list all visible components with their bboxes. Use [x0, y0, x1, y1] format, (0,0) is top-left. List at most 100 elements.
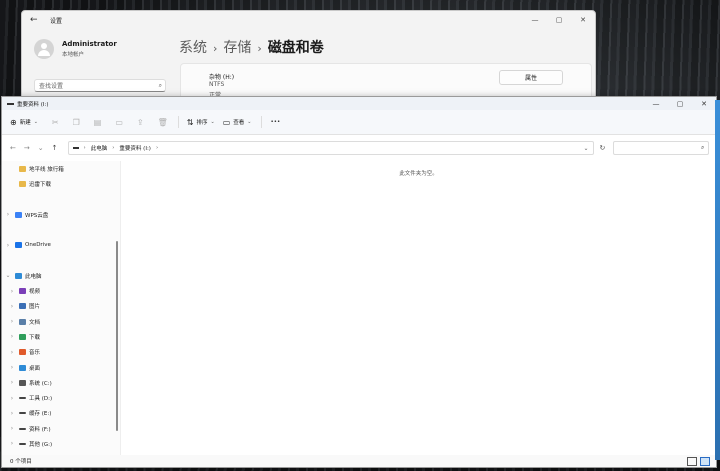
- sidebar-item-label: 音乐: [29, 350, 41, 357]
- chevron-right-icon[interactable]: ›: [8, 333, 16, 340]
- back-icon[interactable]: ←: [10, 144, 16, 152]
- new-button[interactable]: ⊕ 新建 ⌄: [10, 118, 38, 127]
- chevron-right-icon[interactable]: ›: [8, 410, 16, 417]
- minimize-icon[interactable]: —: [523, 16, 547, 24]
- breadcrumb: 系统 › 存储 › 磁盘和卷: [179, 37, 324, 57]
- properties-button[interactable]: 属性: [499, 70, 563, 85]
- navigation-pane[interactable]: 地平线 旅行箱 迅雷下载 › WPS云盘 › OneDrive ⌄ 此电脑 › 视频 › 图片 › 文档 ›…: [2, 161, 121, 455]
- chevron-right-icon[interactable]: ›: [8, 379, 16, 386]
- tiles-view-icon[interactable]: [700, 456, 710, 466]
- sidebar-item-label: 图片: [29, 304, 41, 311]
- search-icon: ⌕: [701, 144, 705, 151]
- copy-icon[interactable]: ❐: [73, 118, 80, 127]
- breadcrumb-storage[interactable]: 存储: [223, 40, 251, 56]
- chevron-right-icon[interactable]: ›: [8, 440, 16, 447]
- sidebar-item: [2, 222, 120, 237]
- details-view-icon[interactable]: [687, 456, 697, 466]
- chevron-right-icon[interactable]: ›: [8, 349, 16, 356]
- rename-icon[interactable]: ▭: [115, 118, 123, 127]
- sidebar-item-label: 缓存 (E:): [29, 411, 52, 418]
- avatar: [34, 39, 54, 59]
- cut-icon[interactable]: ✂: [52, 118, 59, 127]
- sidebar-item[interactable]: › 下载: [2, 329, 120, 344]
- sidebar-item[interactable]: › 音乐: [2, 345, 120, 360]
- chevron-down-icon: ⌄: [210, 119, 215, 125]
- minimize-icon[interactable]: —: [644, 100, 668, 108]
- view-icon: ▭: [222, 117, 231, 127]
- chevron-right-icon[interactable]: ›: [8, 288, 16, 295]
- maximize-icon[interactable]: ▢: [668, 100, 692, 108]
- cloud-icon: [15, 211, 22, 218]
- up-icon[interactable]: ↑: [52, 144, 58, 152]
- sidebar-item[interactable]: › OneDrive: [2, 237, 120, 252]
- search-input[interactable]: ⌕: [613, 141, 710, 155]
- chevron-right-icon[interactable]: ›: [4, 242, 12, 249]
- view-button[interactable]: ▭ 查看 ⌄: [223, 118, 252, 127]
- sidebar-item[interactable]: › 文档: [2, 314, 120, 329]
- chevron-right-icon[interactable]: ›: [8, 303, 16, 310]
- address-row: ← → ⌄ ↑ › 此电脑 › 重要资料 (I:) › ⌄ ↻ ⌕: [2, 135, 716, 162]
- chevron-down-icon[interactable]: ⌄: [4, 272, 12, 279]
- folder-icon: [19, 165, 26, 172]
- sidebar-item[interactable]: › 系统 (C:): [2, 375, 120, 390]
- chevron-right-icon[interactable]: ›: [8, 364, 16, 371]
- chevron-right-icon[interactable]: ›: [8, 395, 16, 402]
- back-arrow-icon[interactable]: ←: [30, 15, 44, 25]
- settings-title: 设置: [50, 17, 63, 25]
- paste-icon[interactable]: ▤: [94, 118, 102, 127]
- scrollbar[interactable]: [116, 241, 118, 431]
- view-label: 查看: [233, 120, 245, 126]
- computer-icon: [72, 147, 79, 149]
- sidebar-item-label: 桌面: [29, 365, 41, 372]
- picture-icon: [19, 303, 26, 310]
- chevron-right-icon[interactable]: ›: [8, 318, 16, 325]
- more-button[interactable]: •••: [270, 119, 280, 125]
- sidebar-item-label: 工具 (D:): [29, 396, 53, 403]
- sidebar-item[interactable]: 地平线 旅行箱: [2, 161, 120, 176]
- sidebar-item-label: 下载: [29, 334, 41, 341]
- address-segment-drive[interactable]: 重要资料 (I:): [119, 144, 151, 152]
- sidebar-item[interactable]: › 缓存 (E:): [2, 406, 120, 421]
- chevron-down-icon[interactable]: ⌄: [583, 145, 588, 152]
- desktop-icon: [19, 364, 26, 371]
- computer-icon: [15, 272, 22, 279]
- sidebar-item[interactable]: ⌄ 此电脑: [2, 268, 120, 283]
- sidebar-item[interactable]: › 桌面: [2, 360, 120, 375]
- close-icon[interactable]: ✕: [571, 16, 595, 24]
- settings-search-input[interactable]: 查找设置 ⌕: [34, 79, 166, 92]
- sidebar-item-label: 资料 (F:): [29, 426, 51, 433]
- maximize-icon[interactable]: ▢: [547, 16, 571, 24]
- chevron-right-icon[interactable]: ›: [4, 211, 12, 218]
- folder-icon: [19, 180, 26, 187]
- breadcrumb-system[interactable]: 系统: [179, 40, 207, 56]
- download-icon: [19, 333, 26, 340]
- divider: [177, 116, 179, 128]
- sidebar-item[interactable]: › 图片: [2, 299, 120, 314]
- address-bar[interactable]: › 此电脑 › 重要资料 (I:) › ⌄: [67, 141, 594, 155]
- chevron-right-icon: ›: [155, 145, 159, 151]
- chevron-down-icon: ⌄: [33, 119, 38, 125]
- explorer-titlebar: 重要资料 (I:) — ▢ ✕: [2, 97, 716, 110]
- forward-icon[interactable]: →: [24, 144, 30, 152]
- sort-button[interactable]: ⇅ 排序 ⌄: [187, 118, 215, 127]
- sidebar-item[interactable]: › 资料 (F:): [2, 421, 120, 436]
- sidebar-item[interactable]: › 视频: [2, 283, 120, 298]
- share-icon[interactable]: ⇪: [137, 118, 144, 127]
- refresh-icon[interactable]: ↻: [600, 144, 606, 152]
- sidebar-item[interactable]: › WPS云盘: [2, 207, 120, 222]
- drive-filesystem: NTFS: [209, 81, 225, 88]
- address-segment-pc[interactable]: 此电脑: [91, 144, 108, 152]
- delete-icon[interactable]: 🗑: [158, 118, 168, 127]
- sidebar-item[interactable]: 迅雷下载: [2, 176, 120, 191]
- close-icon[interactable]: ✕: [692, 100, 716, 108]
- user-card[interactable]: Administrator 本地帐户: [34, 39, 117, 59]
- settings-titlebar: ← 设置 — ▢ ✕: [22, 11, 595, 29]
- sidebar-item[interactable]: › 工具 (D:): [2, 390, 120, 405]
- recent-dropdown-icon[interactable]: ⌄: [38, 144, 44, 152]
- chevron-right-icon[interactable]: ›: [8, 425, 16, 432]
- plus-circle-icon: ⊕: [10, 117, 17, 127]
- sidebar-item[interactable]: › 其他 (G:): [2, 436, 120, 451]
- file-list[interactable]: 此文件夹为空。: [121, 161, 716, 455]
- sidebar-item-label: 此电脑: [25, 273, 42, 280]
- status-bar: 0 个项目: [2, 455, 716, 467]
